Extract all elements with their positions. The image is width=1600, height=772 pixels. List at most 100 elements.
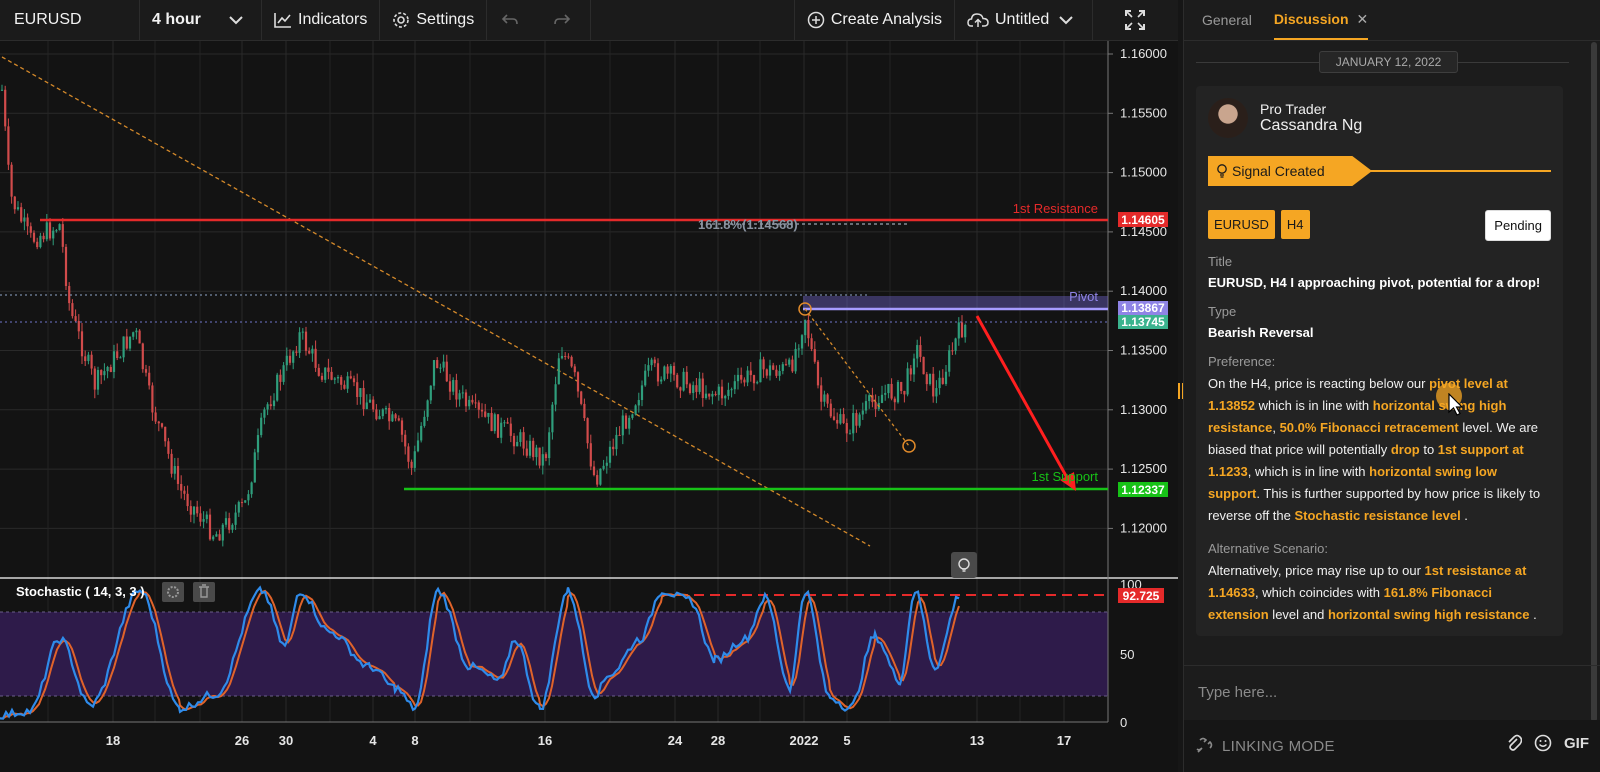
- candle-body: [602, 465, 605, 469]
- candle-body: [906, 368, 909, 395]
- candle-body: [461, 392, 464, 394]
- candle-body: [68, 286, 71, 304]
- stochastic-settings-button[interactable]: [162, 582, 184, 602]
- candle-body: [474, 402, 477, 404]
- linking-mode-label[interactable]: LINKING MODE: [1222, 738, 1335, 755]
- close-icon[interactable]: ✕: [1357, 11, 1369, 27]
- tab-discussion[interactable]: Discussion ✕: [1273, 11, 1369, 40]
- message-input[interactable]: [1196, 683, 1560, 702]
- date-tick-label: 5: [843, 733, 850, 748]
- candle-body: [388, 407, 391, 422]
- date-tick-label: 16: [538, 733, 552, 748]
- candle-body: [84, 356, 87, 362]
- symbol-selector[interactable]: EURUSD: [0, 0, 140, 40]
- timeframe-tag: H4: [1280, 209, 1310, 239]
- type-label: Type: [1208, 304, 1237, 319]
- create-analysis-label: Create Analysis: [830, 11, 942, 28]
- idea-button[interactable]: [951, 552, 977, 578]
- candle-body: [288, 355, 292, 363]
- support-label: 1st Support: [1032, 469, 1099, 484]
- candle-body: [336, 377, 340, 379]
- tab-general[interactable]: General: [1202, 12, 1252, 40]
- candle-body: [938, 377, 941, 389]
- stochastic-tick-label: 0: [1120, 715, 1127, 730]
- candle-body: [634, 405, 637, 415]
- candle-body: [189, 506, 192, 515]
- fullscreen-button[interactable]: [1093, 0, 1183, 40]
- candle-body: [650, 359, 653, 366]
- price-axis: 1.16000 1.15500 1.15000 1.14500 1.14000 1.135…: [1108, 46, 1167, 535]
- support-price-tag: 1.12337: [1121, 483, 1165, 497]
- line-chart-icon: [274, 13, 291, 28]
- settings-button[interactable]: Settings: [380, 0, 488, 40]
- resistance-label: 1st Resistance: [1013, 201, 1098, 216]
- author-name[interactable]: Cassandra Ng: [1260, 117, 1362, 135]
- candle-body: [880, 394, 884, 403]
- candle-body: [141, 343, 144, 370]
- candle-body: [826, 394, 829, 404]
- candle-body: [256, 435, 260, 453]
- date-tick-label: 17: [1057, 733, 1071, 748]
- attachment-icon[interactable]: [1506, 734, 1522, 752]
- candle-body: [810, 338, 813, 350]
- candle-body: [500, 422, 503, 438]
- price-chart-area[interactable]: 1st Resistance 161.8%(1.14568) Pivot 1st…: [0, 41, 1178, 772]
- candle-body: [148, 372, 151, 386]
- create-analysis-button[interactable]: Create Analysis: [793, 0, 955, 40]
- candle-body: [912, 358, 916, 375]
- panel-scrollbar[interactable]: [1591, 42, 1597, 722]
- candle-body: [743, 379, 746, 383]
- candle-body: [452, 380, 455, 392]
- candle-body: [621, 415, 624, 436]
- candle-body: [663, 366, 666, 380]
- candle-body: [253, 452, 256, 483]
- timeframe-dropdown[interactable]: 4 hour: [140, 0, 262, 40]
- gif-button[interactable]: GIF: [1564, 735, 1589, 752]
- candle-body: [378, 416, 381, 420]
- candle-body: [26, 217, 29, 227]
- candle-body: [468, 399, 471, 407]
- link-mode-icon[interactable]: [1194, 736, 1214, 756]
- candle-body: [759, 359, 762, 383]
- candle-body: [640, 385, 644, 400]
- candle-body: [314, 348, 317, 368]
- candle-body: [925, 374, 928, 385]
- price-chart[interactable]: 1st Resistance 161.8%(1.14568) Pivot 1st…: [0, 41, 1178, 772]
- timeframe-label: 4 hour: [152, 11, 201, 28]
- candle-body: [772, 365, 775, 370]
- candle-body: [375, 409, 378, 420]
- candle-body: [301, 331, 304, 333]
- candle-body: [368, 399, 372, 403]
- candle-body: [624, 415, 628, 429]
- candle-body: [580, 391, 583, 404]
- avatar[interactable]: [1208, 98, 1248, 138]
- candle-body: [103, 371, 106, 376]
- redo-button[interactable]: [539, 0, 592, 40]
- candle-body: [813, 349, 816, 362]
- candle-body: [682, 371, 685, 391]
- title-label: Title: [1208, 254, 1233, 269]
- indicators-button[interactable]: Indicators: [262, 0, 381, 40]
- candle-body: [183, 490, 186, 494]
- candle-body: [122, 336, 125, 358]
- candle-body: [263, 409, 266, 418]
- candle-body: [516, 441, 519, 447]
- alternative-label: Alternative Scenario:: [1208, 541, 1328, 556]
- candle-body: [509, 423, 512, 436]
- candle-body: [740, 374, 743, 380]
- candle-body: [32, 232, 36, 242]
- price-tick-label: 1.16000: [1120, 46, 1167, 61]
- candle-body: [704, 393, 708, 399]
- candle-body: [400, 420, 404, 435]
- candle-body: [45, 222, 48, 240]
- undo-button[interactable]: [487, 0, 539, 40]
- candle-body: [180, 483, 183, 491]
- candle-body: [864, 401, 868, 411]
- discussion-panel: General Discussion ✕ JANUARY 12, 2022 Pro…: [1183, 0, 1600, 772]
- signal-banner: Signal Created: [1208, 156, 1372, 186]
- candle-body: [797, 348, 800, 350]
- emoji-icon[interactable]: [1534, 734, 1552, 752]
- file-menu[interactable]: Untitled: [955, 0, 1093, 40]
- candle-body: [317, 367, 320, 376]
- candle-body: [234, 512, 237, 525]
